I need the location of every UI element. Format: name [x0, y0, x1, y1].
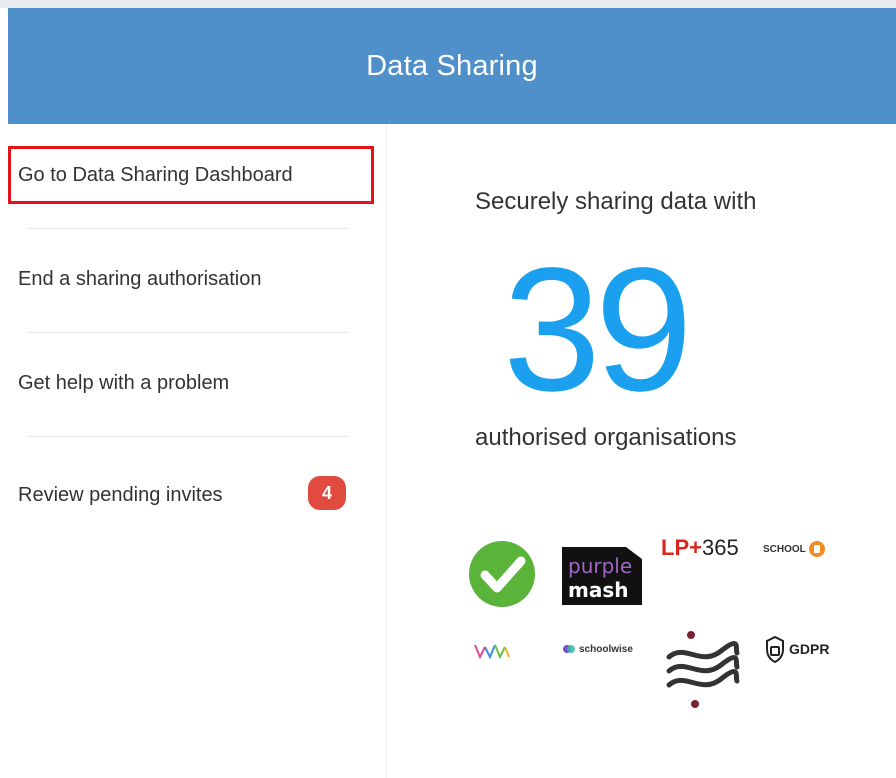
page-header: Data Sharing — [8, 8, 896, 124]
school-logo-text: SCHOOL — [763, 543, 806, 555]
main-panel: Securely sharing data with 39 authorised… — [387, 124, 896, 778]
schoolwise-mark-icon — [563, 645, 575, 653]
divider — [28, 332, 348, 333]
gdpr-logo-text: GDPR — [789, 641, 830, 657]
svg-text:mash: mash — [568, 578, 628, 602]
sidebar-item-label: End a sharing authorisation — [18, 267, 262, 290]
sidebar-item-dashboard[interactable]: Go to Data Sharing Dashboard — [8, 146, 374, 204]
sidebar-item-get-help[interactable]: Get help with a problem — [8, 354, 374, 412]
sidebar-item-label: Review pending invites — [18, 483, 223, 506]
pending-invites-badge: 4 — [308, 476, 346, 510]
page-title: Data Sharing — [366, 49, 538, 82]
authorised-count: 39 — [503, 232, 693, 428]
school-logo: SCHOOL — [763, 541, 825, 557]
gdpr-shield-icon — [766, 635, 784, 663]
wm-logo — [473, 641, 513, 666]
sharing-tail-text: authorised organisations — [475, 424, 737, 451]
schoolwise-logo-text: schoolwise — [579, 643, 633, 655]
lp365-suffix: 365 — [701, 535, 739, 560]
partner-logos: purple mash LP+365 SCHOOL schoolwise GDP… — [457, 529, 857, 729]
lp365-prefix: LP+ — [661, 535, 702, 560]
sidebar-item-label: Get help with a problem — [18, 371, 230, 394]
sidebar-item-label: Go to Data Sharing Dashboard — [18, 163, 293, 186]
schoolwise-logo: schoolwise — [563, 643, 633, 655]
divider — [28, 436, 348, 437]
purple-mash-logo: purple mash — [562, 547, 642, 610]
waves-logo — [665, 629, 741, 714]
lp365-logo: LP+365 — [661, 535, 739, 561]
sidebar: Go to Data Sharing Dashboard End a shari… — [0, 124, 387, 778]
gdpr-logo: GDPR — [765, 635, 829, 663]
sidebar-item-end-authorisation[interactable]: End a sharing authorisation — [8, 250, 374, 308]
sharing-lead-text: Securely sharing data with — [475, 188, 757, 215]
green-check-logo — [467, 539, 537, 614]
school-badge-icon — [808, 541, 825, 557]
sidebar-item-pending-invites[interactable]: Review pending invites 4 — [8, 466, 374, 524]
top-strip — [0, 0, 896, 8]
svg-text:purple: purple — [568, 554, 632, 578]
divider — [28, 228, 348, 229]
